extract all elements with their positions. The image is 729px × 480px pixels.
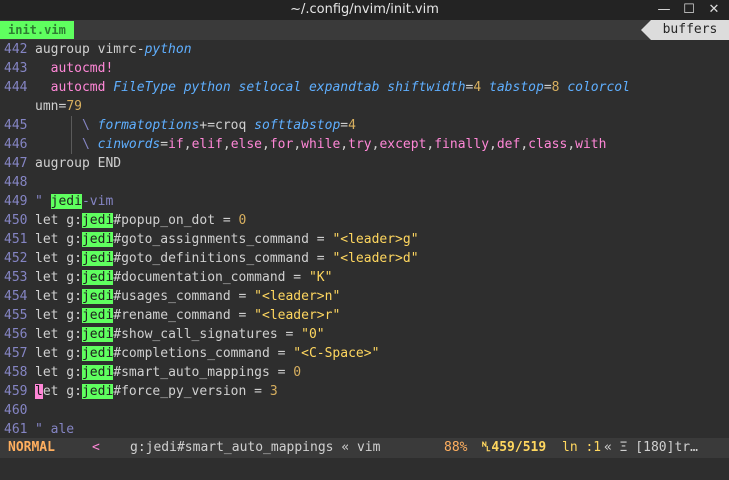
line-number: 453 [4,270,28,285]
code-line[interactable]: 459 let g:jedi#force_py_version = 3 [0,382,278,401]
line-text: let g:jedi#completions_command = "<C-Spa… [35,346,380,361]
code-line[interactable]: 442 augroup vimrc-python [0,40,192,59]
window-title: ~/.config/nvim/init.vim [290,2,439,17]
line-text: let g:jedi#force_py_version = 3 [35,384,278,399]
line-number: 445 [4,118,28,133]
code-line[interactable]: 448 [0,173,35,192]
line-text: let g:jedi#show_call_signatures = "0" [35,327,325,342]
column-position: ln :1 [562,440,602,455]
line-number: 458 [4,365,28,380]
code-line[interactable]: 454 let g:jedi#usages_command = "<leader>… [0,287,340,306]
statusline-arrow: < [92,440,100,455]
code-line[interactable]: 455 let g:jedi#rename_command = "<leader>… [0,306,340,325]
line-number: 454 [4,289,28,304]
maximize-button[interactable]: ☐ [680,1,698,19]
line-number: 449 [4,194,28,209]
line-text: autocmd! [50,61,114,76]
code-line[interactable]: 443 autocmd! [0,59,113,78]
line-number: 443 [4,61,28,76]
line-number: 446 [4,137,28,152]
line-text: \ cinwords=if,elif,else,for,while,try,ex… [81,137,607,152]
minimize-button[interactable]: — [655,1,673,19]
line-text: " jedi-vim [35,194,114,209]
close-button[interactable]: ✕ [705,1,723,19]
line-number: 444 [4,80,28,95]
line-text: \ formatoptions+=croq softtabstop=4 [81,118,356,133]
line-number: 448 [4,175,28,190]
line-number: 456 [4,327,28,342]
tabline-separator [641,20,651,40]
code-line[interactable]: 451 let g:jedi#goto_assignments_command =… [0,230,419,249]
statusline: NORMAL < g:jedi#smart_auto_mappings « vi… [0,438,729,458]
line-number: 447 [4,156,28,171]
line-text: let g:jedi#goto_assignments_command = "<… [35,232,419,247]
code-line[interactable]: 445 \ formatoptions+=croq softtabstop=4 [0,116,356,135]
code-line[interactable]: 444 autocmd FileType python setlocal exp… [0,78,630,97]
line-number: 455 [4,308,28,323]
code-line[interactable]: 456 let g:jedi#show_call_signatures = "0" [0,325,325,344]
line-text: let g:jedi#documentation_command = "K" [35,270,333,285]
code-line[interactable]: 447 augroup END [0,154,121,173]
nvim-window: ~/.config/nvim/init.vim — ☐ ✕ init.vim b… [0,0,729,480]
code-line[interactable]: 446 \ cinwords=if,elif,else,for,while,tr… [0,135,606,154]
line-text: augroup END [35,156,122,171]
code-line[interactable]: 460 [0,401,35,420]
mode-indicator: NORMAL [0,438,63,458]
code-line[interactable]: 458 let g:jedi#smart_auto_mappings = 0 [0,363,301,382]
line-position: ␤459/519 [481,440,547,455]
line-number: 461 [4,422,28,437]
line-text: " ale [35,422,75,437]
code-line[interactable]: 461 " ale [0,420,74,439]
line-number: 452 [4,251,28,266]
tab-init-vim[interactable]: init.vim [0,21,74,39]
line-number: 460 [4,403,28,418]
line-text: autocmd FileType python setlocal expandt… [50,80,630,95]
scrollbar[interactable] [722,40,725,438]
command-line[interactable] [0,458,729,480]
code-line[interactable]: 457 let g:jedi#completions_command = "<C-… [0,344,379,363]
line-number: 457 [4,346,28,361]
code-line[interactable]: 453 let g:jedi#documentation_command = "K… [0,268,332,287]
line-text: let g:jedi#goto_definitions_command = "<… [35,251,419,266]
line-text: umn=79 [35,99,82,114]
line-text: let g:jedi#popup_on_dot = 0 [35,213,247,228]
line-number: 450 [4,213,28,228]
code-line[interactable]: 452 let g:jedi#goto_definitions_command =… [0,249,419,268]
trailing-whitespace-indicator: « Ξ [180]tr… [604,440,698,455]
code-line[interactable]: umn=79 [0,97,82,116]
line-number: 451 [4,232,28,247]
line-text: augroup vimrc-python [35,42,192,57]
current-function: g:jedi#smart_auto_mappings « vim [130,440,381,455]
tabline: init.vim buffers [0,20,729,40]
code-line[interactable]: 450 let g:jedi#popup_on_dot = 0 [0,211,246,230]
line-text: let g:jedi#rename_command = "<leader>r" [35,308,341,323]
line-number: 442 [4,42,28,57]
title-bar: ~/.config/nvim/init.vim — ☐ ✕ [0,0,729,20]
editor-buffer[interactable]: 442 augroup vimrc-python 443 autocmd! 444 a… [0,40,729,438]
buffers-indicator[interactable]: buffers [651,20,729,40]
line-number: 459 [4,384,28,399]
scroll-percent: 88% [444,440,468,455]
text-cursor: l [35,384,43,399]
line-text: let g:jedi#smart_auto_mappings = 0 [35,365,302,380]
line-text: let g:jedi#usages_command = "<leader>n" [35,289,341,304]
code-line[interactable]: 449 " jedi-vim [0,192,113,211]
